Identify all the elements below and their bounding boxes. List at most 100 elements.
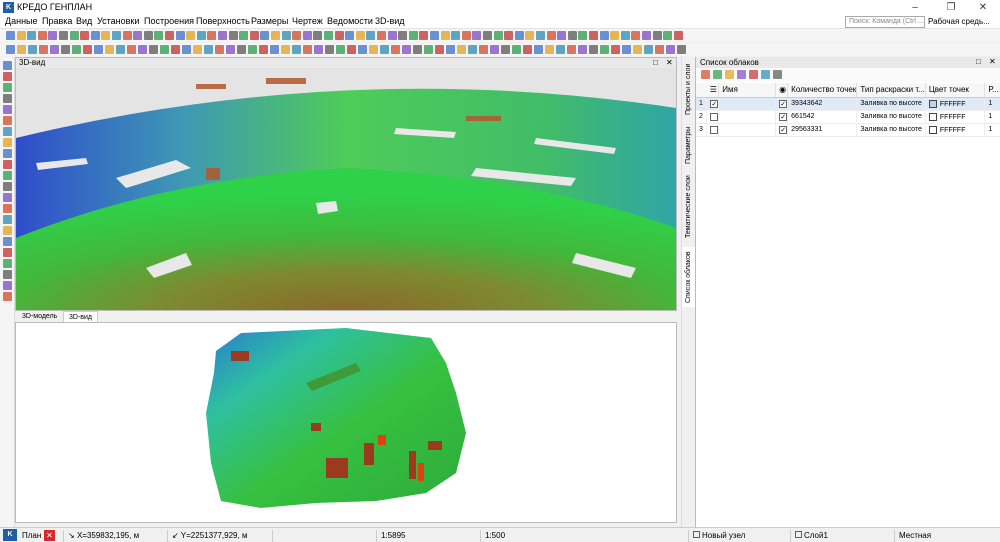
toolbar-tool-icon[interactable] [501,45,510,54]
side-tool-icon[interactable] [3,248,12,257]
cloud-tool-icon[interactable] [749,70,758,79]
cloud-tool-icon[interactable] [737,70,746,79]
toolbar-tool-icon[interactable] [666,45,675,54]
cloud-row[interactable]: 3 ✓ 29563331 Заливка по высоте FFFFFF 1 [696,123,1000,137]
menu-settings[interactable]: Установки [97,16,139,26]
toolbar-tool-icon[interactable] [622,45,631,54]
side-tab-thematic-layers[interactable]: Тематические слои [682,172,696,242]
toolbar-tool-icon[interactable] [355,31,365,40]
toolbar-tool-icon[interactable] [387,31,397,40]
minimize-icon[interactable]: – [898,0,932,15]
cloud-name-cell[interactable] [718,123,777,137]
cloud-tool-icon[interactable] [761,70,770,79]
toolbar-tool-icon[interactable] [479,45,488,54]
toolbar-tool-icon[interactable] [336,45,345,54]
side-tool-icon[interactable] [3,61,12,70]
side-tool-icon[interactable] [3,226,12,235]
toolbar-tool-icon[interactable] [127,45,136,54]
toolbar-tool-icon[interactable] [545,45,554,54]
point-color-cell[interactable]: FFFFFF [925,110,986,124]
cloud-name-cell[interactable] [718,110,777,124]
visibility-checkbox[interactable]: ✓ [775,123,789,137]
toolbar-tool-icon[interactable] [419,31,429,40]
toolbar-tool-icon[interactable] [413,45,422,54]
side-tool-icon[interactable] [3,281,12,290]
toolbar-tool-icon[interactable] [105,45,114,54]
toolbar-tool-icon[interactable] [133,31,143,40]
side-tool-icon[interactable] [3,215,12,224]
cloud-tool-icon[interactable] [713,70,722,79]
toolbar-tool-icon[interactable] [193,45,202,54]
toolbar-tool-icon[interactable] [366,31,376,40]
toolbar-tool-icon[interactable] [512,45,521,54]
toolbar-tool-icon[interactable] [313,31,323,40]
toolbar-tool-icon[interactable] [37,31,47,40]
maximize-icon[interactable]: ❐ [934,0,968,15]
coloring-type-cell[interactable]: Заливка по высоте [856,97,926,111]
toolbar-tool-icon[interactable] [239,31,249,40]
side-tool-icon[interactable] [3,193,12,202]
menu-data[interactable]: Данные [5,16,38,26]
side-tool-icon[interactable] [3,83,12,92]
tab-3d-model[interactable]: 3D-модель [17,311,62,322]
toolbar-tool-icon[interactable] [302,31,312,40]
status-layer[interactable]: Слой1 [790,530,894,542]
status-node[interactable]: Новый узел [688,530,790,542]
toolbar-tool-icon[interactable] [116,45,125,54]
side-tool-icon[interactable] [3,204,12,213]
toolbar-tool-icon[interactable] [281,45,290,54]
toolbar-tool-icon[interactable] [72,45,81,54]
select-checkbox[interactable] [706,110,720,124]
toolbar-tool-icon[interactable] [6,31,15,40]
column-header-coloring[interactable]: Тип раскраски т... [856,83,926,98]
toolbar-tool-icon[interactable] [578,31,588,40]
side-tool-icon[interactable] [3,94,12,103]
toolbar-tool-icon[interactable] [633,45,642,54]
toolbar-tool-icon[interactable] [303,45,312,54]
toolbar-tool-icon[interactable] [80,31,90,40]
toolbar-tool-icon[interactable] [6,45,15,54]
toolbar-tool-icon[interactable] [523,45,532,54]
toolbar-tool-icon[interactable] [490,45,499,54]
toolbar-tool-icon[interactable] [28,45,37,54]
toolbar-tool-icon[interactable] [17,45,26,54]
toolbar-tool-icon[interactable] [534,45,543,54]
toolbar-tool-icon[interactable] [281,31,291,40]
side-tool-icon[interactable] [3,160,12,169]
cloud-row[interactable]: 1 ✓ ✓ 39343642 Заливка по высоте FFFFFF 1 [696,97,1000,111]
plan-view-canvas[interactable] [15,322,677,523]
column-header-color[interactable]: Цвет точек [925,83,986,98]
toolbar-tool-icon[interactable] [27,31,37,40]
toolbar-tool-icon[interactable] [154,31,164,40]
side-tool-icon[interactable] [3,292,12,301]
column-header-name[interactable]: Имя [718,83,777,98]
plan-tab-label[interactable]: План [22,531,41,540]
toolbar-tool-icon[interactable] [677,45,686,54]
toolbar-tool-icon[interactable] [424,45,433,54]
pin-icon[interactable]: □ [976,57,981,66]
toolbar-tool-icon[interactable] [175,31,185,40]
close-icon[interactable]: ✕ [989,57,996,66]
side-tab-parameters[interactable]: Параметры [682,123,696,168]
cloud-tool-icon[interactable] [773,70,782,79]
toolbar-tool-icon[interactable] [112,31,121,40]
toolbar-tool-icon[interactable] [16,31,26,40]
toolbar-tool-icon[interactable] [402,45,411,54]
toolbar-tool-icon[interactable] [165,31,174,40]
toolbar-tool-icon[interactable] [435,45,444,54]
cloud-tool-icon[interactable] [725,70,734,79]
toolbar-tool-icon[interactable] [377,31,386,40]
toolbar-tool-icon[interactable] [391,45,400,54]
toolbar-tool-icon[interactable] [578,45,587,54]
toolbar-tool-icon[interactable] [182,45,191,54]
toolbar-tool-icon[interactable] [334,31,344,40]
side-tool-icon[interactable] [3,171,12,180]
toolbar-tool-icon[interactable] [600,45,609,54]
side-tool-icon[interactable] [3,270,12,279]
menu-surface[interactable]: Поверхность [196,16,250,26]
toolbar-tool-icon[interactable] [599,31,609,40]
select-checkbox[interactable]: ✓ [706,97,720,111]
side-tool-icon[interactable] [3,127,12,136]
toolbar-tool-icon[interactable] [504,31,514,40]
toolbar-tool-icon[interactable] [215,45,224,54]
